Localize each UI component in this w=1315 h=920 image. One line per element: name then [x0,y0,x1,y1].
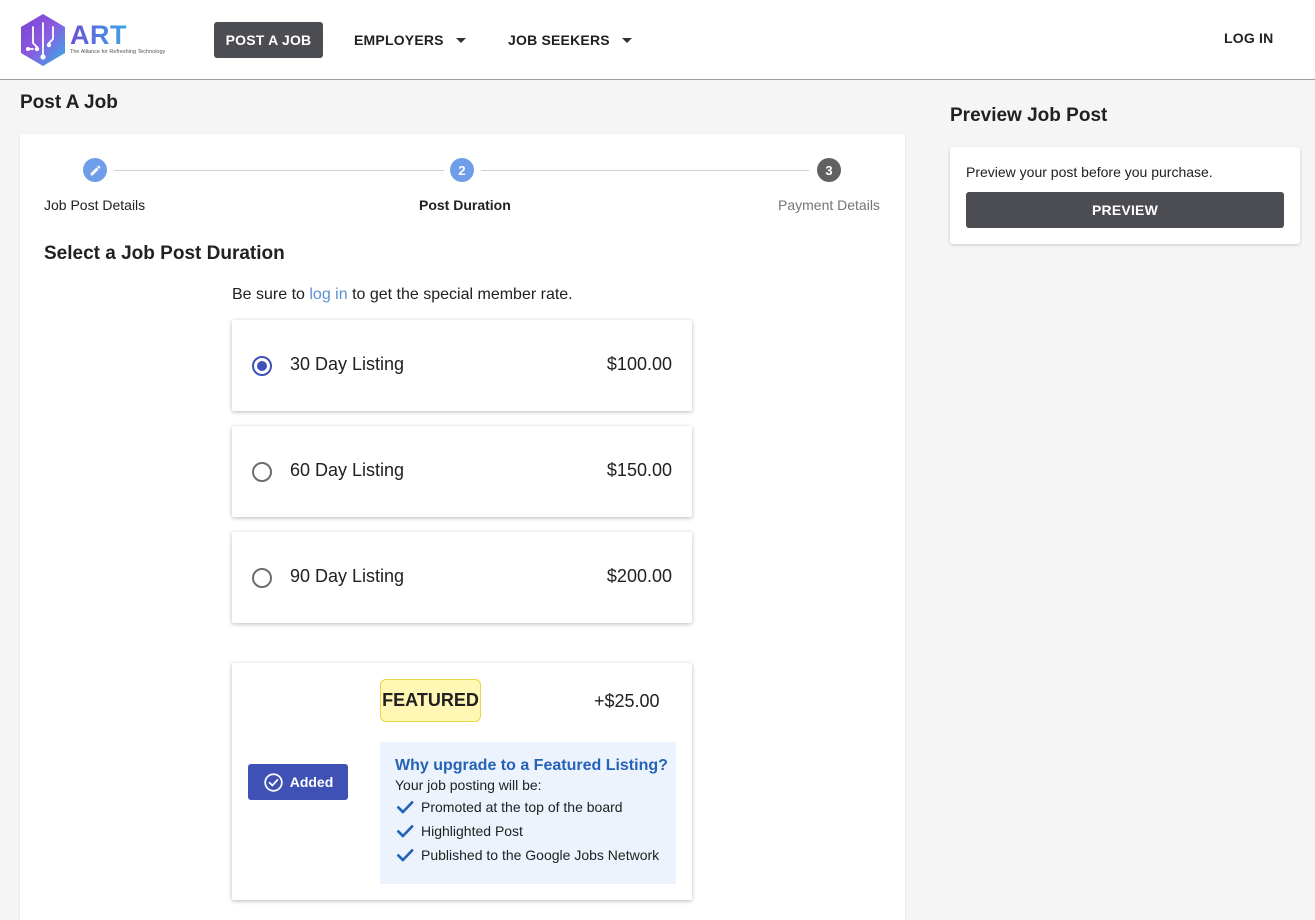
benefits-title: Why upgrade to a Featured Listing? [395,757,668,774]
option-label: 30 Day Listing [290,354,405,374]
preview-description: Preview your post before you purchase. [966,164,1213,180]
benefit-item: Promoted at the top of the board [395,797,623,817]
radio-button[interactable] [252,568,272,588]
stepper-connector [114,170,444,171]
post-a-job-nav-button[interactable]: POST A JOB [214,22,323,58]
preview-card: Preview your post before you purchase. P… [950,147,1300,244]
benefit-item: Published to the Google Jobs Network [395,845,659,865]
pencil-icon [90,165,100,175]
caret-down-icon [455,37,466,43]
option-price: $200.00 [606,566,672,586]
job-seekers-menu-label: JOB SEEKERS [508,32,610,48]
benefit-text: Highlighted Post [421,823,523,839]
benefit-text: Promoted at the top of the board [421,799,623,815]
option-label: 60 Day Listing [290,460,405,480]
benefit-text: Published to the Google Jobs Network [421,847,660,863]
employers-menu-label: EMPLOYERS [354,32,444,48]
checkmark-icon [397,825,414,838]
option-price: $150.00 [606,460,672,480]
member-note-prefix: Be sure to [232,286,310,303]
added-button-label: Added [289,774,334,790]
caret-down-icon [621,37,632,43]
member-rate-note: Be sure to log in to get the special mem… [232,286,573,304]
radio-button[interactable] [252,462,272,482]
check-circle-icon [264,772,283,792]
featured-upgrade-card: FEATURED +$25.00 Added Why upgrade to a … [232,663,692,900]
option-label: 90 Day Listing [290,566,405,586]
preview-button[interactable]: PREVIEW [966,192,1284,228]
duration-option-60[interactable]: 60 Day Listing $150.00 [232,426,692,517]
member-note-suffix: to get the special member rate. [347,286,573,303]
featured-price: +$25.00 [594,691,660,711]
duration-option-30[interactable]: 30 Day Listing $100.00 [232,320,692,411]
login-link[interactable]: LOG IN [1224,22,1273,54]
checkmark-icon [397,801,414,814]
option-price: $100.00 [606,354,672,374]
hexagon-logo-icon [21,14,65,66]
benefits-subtitle: Your job posting will be: [395,777,542,793]
stepper-connector [481,170,809,171]
job-seekers-menu[interactable]: JOB SEEKERS [508,22,632,58]
preview-section-title: Preview Job Post [950,105,1108,126]
featured-badge: FEATURED [380,679,481,722]
step-1-circle[interactable] [83,158,107,182]
step-3-circle[interactable]: 3 [817,158,841,182]
checkmark-icon [397,849,414,862]
featured-added-button[interactable]: Added [248,764,348,800]
login-inline-link[interactable]: log in [309,286,347,303]
step-3-label[interactable]: Payment Details [778,197,880,213]
benefit-item: Highlighted Post [395,821,523,841]
logo-wordmark: ART [70,20,127,50]
employers-menu[interactable]: EMPLOYERS [354,22,466,58]
step-2-circle[interactable]: 2 [450,158,474,182]
step-2-label[interactable]: Post Duration [419,197,511,213]
logo-tagline: The Alliance for Refreshing Technology [70,49,166,55]
duration-section-title: Select a Job Post Duration [44,243,285,264]
step-1-label[interactable]: Job Post Details [44,197,145,213]
duration-option-90[interactable]: 90 Day Listing $200.00 [232,532,692,623]
art-logo[interactable]: ART The Alliance for Refreshing Technolo… [19,13,179,67]
top-header: ART The Alliance for Refreshing Technolo… [0,0,1315,80]
featured-benefits-box: Why upgrade to a Featured Listing? Your … [380,742,676,884]
page-title: Post A Job [20,92,118,113]
radio-button-selected[interactable] [252,356,272,376]
